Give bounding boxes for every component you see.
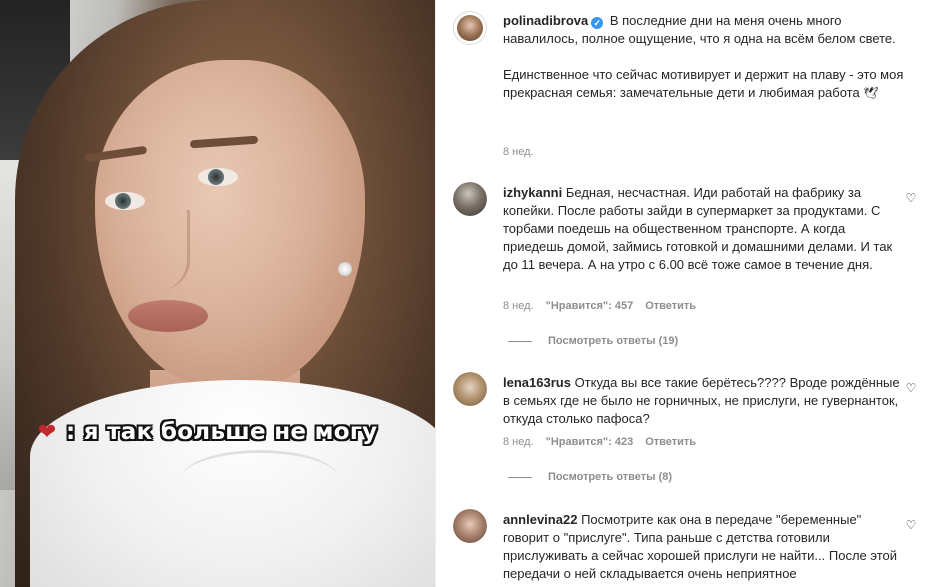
earring	[338, 262, 352, 276]
reply-button[interactable]: Ответить	[645, 436, 696, 448]
comment-likes[interactable]: "Нравится": 423	[546, 436, 634, 448]
commenter-avatar[interactable]	[453, 372, 487, 406]
author-avatar[interactable]	[453, 11, 487, 45]
like-heart-icon[interactable]: ♡	[905, 382, 917, 394]
view-replies-line	[508, 476, 532, 478]
comment-time[interactable]: 8 нед.	[503, 300, 534, 312]
comment-text: Бедная, несчастная. Иди работай на фабри…	[503, 185, 893, 272]
comments-panel[interactable]: polinadibrova ✓ В последние дни на меня о…	[435, 0, 925, 587]
commenter-avatar-image	[453, 182, 487, 216]
comment-body: izhykanni Бедная, несчастная. Иди работа…	[503, 184, 906, 274]
comment-meta: 8 нед. "Нравится": 423 Ответить	[503, 436, 696, 448]
commenter-username[interactable]: lena163rus	[503, 375, 571, 390]
nose	[150, 210, 190, 290]
post-media[interactable]: ❤ : я так больше не могу	[0, 0, 435, 587]
verified-badge-icon: ✓	[591, 17, 604, 29]
caption-time[interactable]: 8 нед.	[503, 146, 534, 158]
commenter-username[interactable]: annlevina22	[503, 512, 577, 527]
dove-emoji-icon: 🕊	[863, 86, 879, 100]
commenter-avatar-image	[453, 372, 487, 406]
face	[95, 60, 365, 390]
video-caption: ❤ : я так больше не могу	[34, 419, 377, 445]
left-eye	[105, 192, 145, 210]
caption-meta: 8 нед.	[503, 146, 534, 158]
view-replies-button[interactable]: Посмотреть ответы (19)	[508, 335, 678, 347]
caption-text: : я так больше не могу	[66, 419, 378, 445]
reply-button[interactable]: Ответить	[645, 300, 696, 312]
lips	[128, 300, 208, 332]
commenter-avatar-image	[453, 509, 487, 543]
like-heart-icon[interactable]: ♡	[905, 519, 917, 531]
comment-time[interactable]: 8 нед.	[503, 436, 534, 448]
comment-likes[interactable]: "Нравится": 457	[546, 300, 634, 312]
caption-paragraph-2: Единственное что сейчас мотивирует и дер…	[503, 67, 904, 100]
commenter-username[interactable]: izhykanni	[503, 185, 562, 200]
right-eye	[198, 168, 238, 186]
view-replies-line	[508, 340, 532, 342]
view-replies-label: Посмотреть ответы (19)	[548, 335, 679, 347]
view-replies-button[interactable]: Посмотреть ответы (8)	[508, 471, 672, 483]
hoodie-fold	[180, 450, 340, 510]
comment-body: lena163rus Откуда вы все такие берётесь?…	[503, 374, 906, 428]
view-replies-label: Посмотреть ответы (8)	[548, 471, 673, 483]
caption-body: polinadibrova ✓ В последние дни на меня о…	[503, 12, 906, 102]
commenter-avatar[interactable]	[453, 509, 487, 543]
author-username[interactable]: polinadibrova	[503, 13, 588, 28]
post-viewer: ❤ : я так больше не могу polinadibrova ✓ …	[0, 0, 925, 587]
commenter-avatar[interactable]	[453, 182, 487, 216]
comment-body: annlevina22 Посмотрите как она в передач…	[503, 511, 906, 583]
like-heart-icon[interactable]: ♡	[905, 192, 917, 204]
author-avatar-image	[457, 15, 483, 41]
anatomical-heart-icon: ❤	[37, 419, 57, 444]
comment-meta: 8 нед. "Нравится": 457 Ответить	[503, 300, 696, 312]
